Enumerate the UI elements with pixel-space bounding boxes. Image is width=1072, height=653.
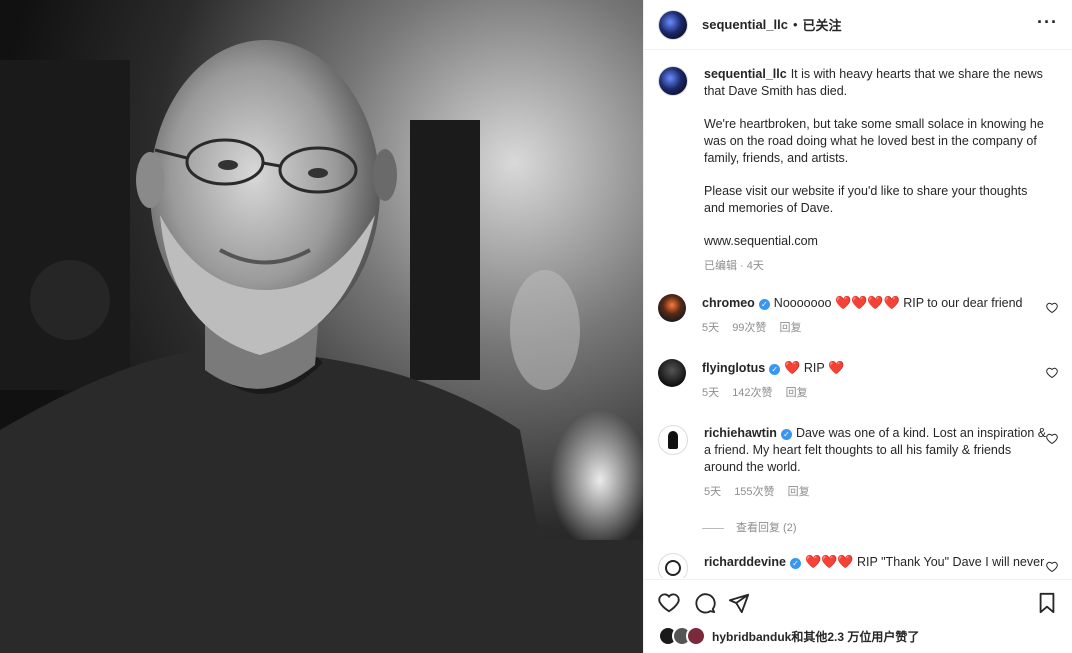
comment-username[interactable]: richarddevine [704, 555, 786, 569]
reply-button[interactable]: 回复 [788, 486, 810, 498]
post-header: sequential_llc • 已关注 ··· [644, 0, 1072, 50]
bookmark-icon[interactable] [1036, 592, 1058, 614]
view-replies-label: 查看回复 (2) [736, 522, 797, 534]
avatar[interactable] [658, 425, 688, 455]
header-separator: • [792, 17, 798, 32]
reply-button[interactable]: 回复 [780, 322, 802, 334]
avatar[interactable] [658, 66, 688, 96]
comment-item: chromeo ✓ Nooooooo ❤️❤️❤️❤️ RIP to our dea… [658, 294, 1058, 337]
comment-text: RIP [803, 361, 825, 375]
comment-like-heart-icon[interactable] [1046, 561, 1058, 573]
likes-summary[interactable]: hybridbanduk和其他2.3 万位用户赞了 [658, 626, 919, 646]
comment-text: RIP to our dear friend [903, 296, 1023, 310]
heart-emoji: ❤️ [784, 360, 801, 375]
verified-badge-icon: ✓ [758, 299, 770, 310]
comment-time: 5天 [702, 387, 720, 399]
heart-outline-icon[interactable] [658, 592, 680, 614]
heart-emoji: ❤️❤️❤️❤️ [834, 295, 900, 310]
caption: sequential_llc It is with heavy hearts th… [658, 66, 1058, 275]
comments-scroll-area[interactable]: sequential_llc It is with heavy hearts th… [644, 51, 1072, 578]
caption-username[interactable]: sequential_llc [704, 67, 787, 81]
comment-likes[interactable]: 155次赞 [734, 486, 774, 498]
comment-likes[interactable]: 142次赞 [732, 387, 772, 399]
caption-meta: 已编辑 · 4天 [704, 260, 764, 272]
comment-icon[interactable] [694, 592, 716, 614]
post-photo[interactable] [0, 0, 643, 653]
post-actions-bar [644, 579, 1072, 614]
send-icon[interactable] [728, 592, 750, 614]
verified-badge-icon: ✓ [780, 429, 792, 440]
liker-avatar [686, 626, 706, 646]
comment-item: richarddevine ✓ ❤️❤️❤️ RIP "Thank You" Dav… [658, 553, 1058, 578]
caption-text-3: Please visit our website if you'd like t… [704, 184, 1028, 215]
comment-likes[interactable]: 99次赞 [732, 322, 766, 334]
comment-like-heart-icon[interactable] [1046, 302, 1058, 314]
avatar[interactable] [658, 294, 686, 322]
verified-badge-icon: ✓ [789, 558, 801, 569]
caption-website-link[interactable]: www.sequential.com [704, 233, 1049, 250]
caption-text-2: We're heartbroken, but take some small s… [704, 117, 1044, 165]
comment-username[interactable]: chromeo [702, 296, 755, 310]
reply-button[interactable]: 回复 [786, 387, 808, 399]
comment-time: 5天 [704, 486, 722, 498]
post-side-panel: sequential_llc • 已关注 ··· sequential_llc I… [643, 0, 1072, 653]
divider [702, 527, 724, 529]
view-replies-button[interactable]: 查看回复 (2) [702, 519, 797, 535]
more-horizontal-icon[interactable]: ··· [1037, 13, 1058, 31]
likes-summary-text: hybridbanduk和其他2.3 万位用户赞了 [712, 629, 920, 644]
heart-emoji: ❤️❤️❤️ [804, 554, 854, 569]
comment-item: flyinglotus ✓ ❤️ RIP ❤️ 5天 142次赞 回复 [658, 359, 1058, 402]
follow-status-button[interactable]: 已关注 [803, 15, 842, 34]
comment-text: RIP "Thank You" Dave I will never [857, 555, 1045, 569]
comment-text-prefix: Nooooooo [773, 296, 832, 310]
avatar[interactable] [658, 553, 688, 578]
heart-emoji: ❤️ [827, 360, 845, 375]
comment-time: 5天 [702, 322, 720, 334]
verified-badge-icon: ✓ [769, 364, 781, 375]
comment-username[interactable]: flyinglotus [702, 361, 765, 375]
comment-username[interactable]: richiehawtin [704, 426, 777, 440]
comment-item: richiehawtin ✓ Dave was one of a kind. Los… [658, 425, 1058, 501]
comment-like-heart-icon[interactable] [1046, 433, 1058, 445]
avatar[interactable] [658, 9, 688, 40]
comment-like-heart-icon[interactable] [1046, 367, 1058, 379]
avatar[interactable] [658, 359, 686, 387]
portrait-illustration [0, 0, 643, 653]
header-username[interactable]: sequential_llc [702, 17, 788, 32]
